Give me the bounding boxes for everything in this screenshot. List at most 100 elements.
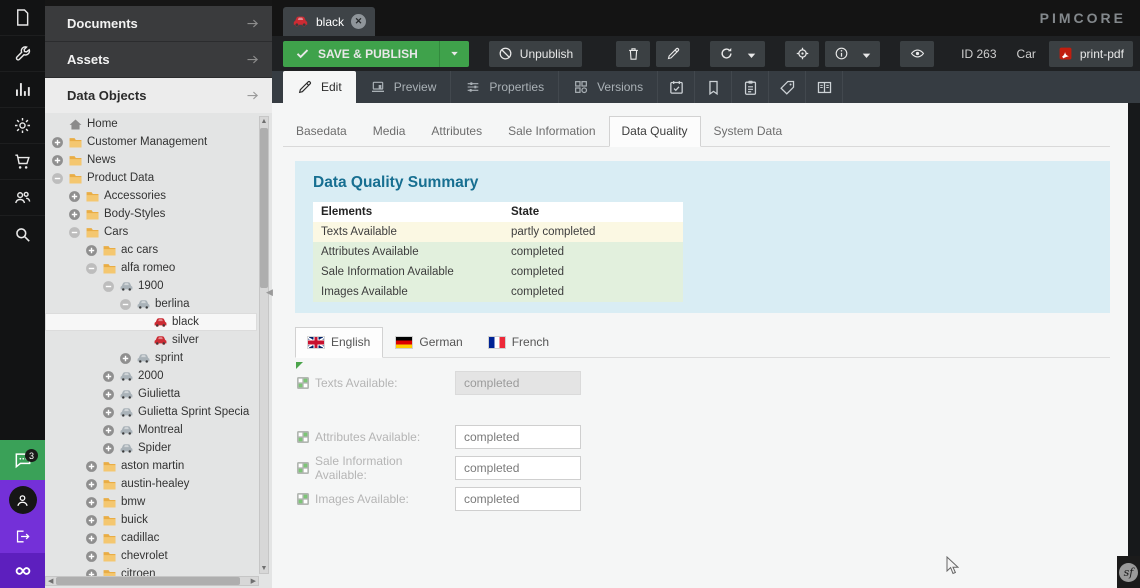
collapse-icon[interactable]: [85, 262, 98, 275]
unpublish-button[interactable]: Unpublish: [489, 41, 582, 67]
expand-icon[interactable]: [51, 136, 64, 149]
layout-tab-media[interactable]: Media: [360, 116, 419, 147]
customers-rail-button[interactable]: [0, 180, 45, 216]
field-input-texts-available[interactable]: [455, 371, 581, 395]
scroll-down-arrow[interactable]: ▼: [260, 565, 268, 572]
pimcore-logo-button[interactable]: [0, 553, 45, 588]
clipboard-button[interactable]: [732, 71, 769, 103]
scroll-right-arrow[interactable]: ▶: [251, 577, 256, 586]
collapsed-right-panel-strip[interactable]: [1128, 103, 1140, 588]
close-tab-icon[interactable]: ✕: [351, 14, 366, 29]
sidebar-collapse-handle[interactable]: ◀: [266, 287, 273, 298]
tree-item-berlina[interactable]: berlina: [45, 295, 257, 313]
layout-tab-system-data[interactable]: System Data: [701, 116, 796, 147]
tree-item-sprint[interactable]: sprint: [45, 349, 257, 367]
reports-rail-button[interactable]: [0, 72, 45, 108]
view-tab-versions[interactable]: Versions: [559, 71, 658, 103]
tree-item-alfa-romeo[interactable]: alfa romeo: [45, 259, 257, 277]
tree-item-bmw[interactable]: bmw: [45, 493, 257, 511]
notifications-button[interactable]: 3: [0, 440, 45, 480]
scrollbar-thumb[interactable]: [56, 577, 240, 585]
scroll-up-arrow[interactable]: ▲: [260, 118, 268, 125]
expand-icon[interactable]: [68, 208, 81, 221]
layout-tab-sale-information[interactable]: Sale Information: [495, 116, 608, 147]
tree-item-body-styles[interactable]: Body-Styles: [45, 205, 257, 223]
expand-icon[interactable]: [85, 514, 98, 527]
expand-icon[interactable]: [85, 478, 98, 491]
expand-icon[interactable]: [119, 352, 132, 365]
search-rail-button[interactable]: [0, 216, 45, 252]
tree-item-gulietta-sprint-specia[interactable]: Gulietta Sprint Specia: [45, 403, 257, 421]
tree-item-austin-healey[interactable]: austin-healey: [45, 475, 257, 493]
tree-item-customer-management[interactable]: Customer Management: [45, 133, 257, 151]
collapse-icon[interactable]: [51, 172, 64, 185]
tree-item-spider[interactable]: Spider: [45, 439, 257, 457]
layout-tab-data-quality[interactable]: Data Quality: [609, 116, 701, 147]
expand-icon[interactable]: [85, 550, 98, 563]
collapse-icon[interactable]: [68, 226, 81, 239]
symfony-debug-toggle[interactable]: sf: [1117, 556, 1140, 588]
tree-item-chevrolet[interactable]: chevrolet: [45, 547, 257, 565]
language-tab-german[interactable]: German: [383, 327, 475, 358]
tree-item-accessories[interactable]: Accessories: [45, 187, 257, 205]
locate-in-tree-button[interactable]: [785, 41, 819, 67]
open-preview-button[interactable]: [900, 41, 934, 67]
documents-rail-button[interactable]: [0, 0, 45, 36]
expand-icon[interactable]: [51, 154, 64, 167]
accordion-documents[interactable]: Documents: [45, 6, 272, 42]
tree-item-2000[interactable]: 2000: [45, 367, 257, 385]
field-input-attributes-available[interactable]: [455, 425, 581, 449]
view-tab-preview[interactable]: Preview: [356, 71, 452, 103]
scroll-left-arrow[interactable]: ◀: [48, 577, 53, 586]
tag-button[interactable]: [769, 71, 806, 103]
tree-item-buick[interactable]: buick: [45, 511, 257, 529]
user-profile-button[interactable]: [0, 480, 45, 520]
scrollbar-thumb[interactable]: [260, 128, 268, 288]
print-pdf-button[interactable]: print-pdf: [1049, 41, 1133, 67]
language-tab-french[interactable]: French: [476, 327, 562, 358]
expand-icon[interactable]: [68, 190, 81, 203]
tree-item-ac-cars[interactable]: ac cars: [45, 241, 257, 259]
tree-item-news[interactable]: News: [45, 151, 257, 169]
tree-item-1900[interactable]: 1900: [45, 277, 257, 295]
columns-button[interactable]: [806, 71, 843, 103]
settings-rail-button[interactable]: [0, 108, 45, 144]
tree-vertical-scrollbar[interactable]: ▲ ▼: [259, 116, 269, 574]
language-tab-english[interactable]: English: [295, 327, 383, 358]
view-tab-edit[interactable]: Edit: [283, 71, 356, 103]
expand-icon[interactable]: [102, 406, 115, 419]
tree-item-black[interactable]: black: [45, 313, 257, 331]
expand-icon[interactable]: [85, 532, 98, 545]
expand-icon[interactable]: [102, 442, 115, 455]
accordion-assets[interactable]: Assets: [45, 42, 272, 78]
tools-rail-button[interactable]: [0, 36, 45, 72]
expand-icon[interactable]: [102, 424, 115, 437]
layout-tab-basedata[interactable]: Basedata: [283, 116, 360, 147]
expand-icon[interactable]: [85, 244, 98, 257]
collapse-icon[interactable]: [119, 298, 132, 311]
logout-button[interactable]: [0, 520, 45, 553]
reload-button[interactable]: [710, 41, 765, 67]
tree-item-cadillac[interactable]: cadillac: [45, 529, 257, 547]
save-options-caret[interactable]: [439, 41, 469, 67]
info-button[interactable]: [825, 41, 880, 67]
tree-item-home[interactable]: Home: [45, 115, 257, 133]
tree-horizontal-scrollbar[interactable]: ◀ ▶: [45, 576, 259, 586]
layout-tab-attributes[interactable]: Attributes: [418, 116, 495, 147]
delete-button[interactable]: [616, 41, 650, 67]
tree-item-product-data[interactable]: Product Data: [45, 169, 257, 187]
accordion-data-objects[interactable]: Data Objects: [45, 78, 272, 113]
view-tab-properties[interactable]: Properties: [451, 71, 559, 103]
rename-button[interactable]: [656, 41, 690, 67]
field-input-sale-information-available[interactable]: [455, 456, 581, 480]
field-input-images-available[interactable]: [455, 487, 581, 511]
expand-icon[interactable]: [85, 496, 98, 509]
tree-item-giulietta[interactable]: Giulietta: [45, 385, 257, 403]
collapse-icon[interactable]: [102, 280, 115, 293]
expand-icon[interactable]: [85, 460, 98, 473]
expand-icon[interactable]: [102, 370, 115, 383]
tree-item-silver[interactable]: silver: [45, 331, 257, 349]
tree-item-montreal[interactable]: Montreal: [45, 421, 257, 439]
bookmark-button[interactable]: [695, 71, 732, 103]
save-and-publish-button[interactable]: SAVE & PUBLISH: [283, 41, 469, 67]
